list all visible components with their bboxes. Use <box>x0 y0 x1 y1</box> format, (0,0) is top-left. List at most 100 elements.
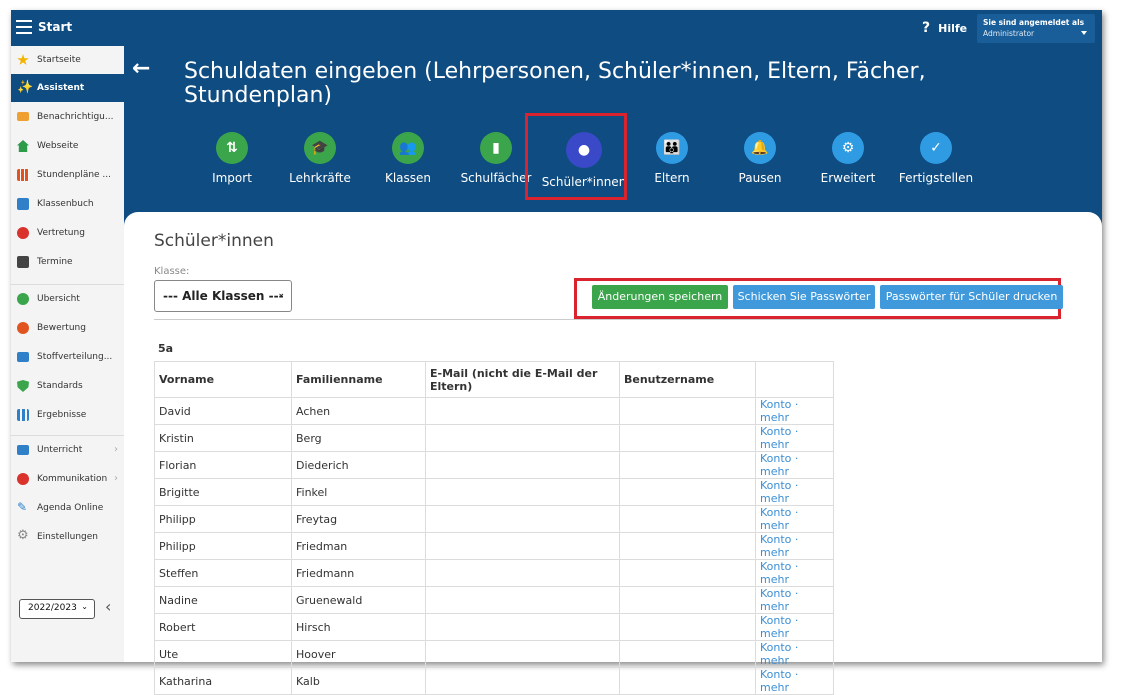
cell-actions: Konto · mehr <box>755 559 834 587</box>
mehr-link[interactable]: mehr <box>760 654 789 667</box>
cell-username[interactable] <box>619 397 756 425</box>
link-separator: · <box>794 479 799 492</box>
cell-email[interactable] <box>425 424 620 452</box>
cell-username[interactable] <box>619 478 756 506</box>
cell-first-name: Florian <box>154 451 292 479</box>
sidebar-item-bewertung[interactable]: Bewertung <box>11 314 124 342</box>
print-passwords-button[interactable]: Passwörter für Schüler drucken <box>880 285 1063 309</box>
sidebar-item-uebersicht[interactable]: Übersicht <box>11 285 124 313</box>
hamburger-menu-icon[interactable] <box>16 20 32 34</box>
konto-link[interactable]: Konto <box>760 452 791 465</box>
konto-link[interactable]: Konto <box>760 533 791 546</box>
chevron-down-icon: ⌄ <box>81 602 88 611</box>
cell-email[interactable] <box>425 505 620 533</box>
step-eltern[interactable]: 👪 Eltern <box>627 132 717 185</box>
mehr-link[interactable]: mehr <box>760 519 789 532</box>
link-separator: · <box>794 398 799 411</box>
mehr-link[interactable]: mehr <box>760 600 789 613</box>
send-passwords-button[interactable]: Schicken Sie Passwörter <box>733 285 875 309</box>
konto-link[interactable]: Konto <box>760 641 791 654</box>
user-menu[interactable]: Sie sind angemeldet als Administrator <box>977 14 1095 43</box>
table-row: Brigitte Finkel Konto · mehr <box>154 478 834 506</box>
sidebar-item-klassenbuch[interactable]: Klassenbuch <box>11 190 124 218</box>
cell-first-name: Katharina <box>154 667 292 695</box>
step-import[interactable]: ⇅ Import <box>187 132 277 185</box>
mehr-link[interactable]: mehr <box>760 573 789 586</box>
gear-icon: ⚙ <box>17 528 29 543</box>
step-erweitert[interactable]: ⚙ Erweitert <box>803 132 893 185</box>
sidebar-item-termine[interactable]: Termine <box>11 248 124 276</box>
sidebar-item-vertretung[interactable]: Vertretung <box>11 219 124 247</box>
cell-email[interactable] <box>425 397 620 425</box>
mehr-link[interactable]: mehr <box>760 438 789 451</box>
step-fertigstellen[interactable]: ✓ Fertigstellen <box>891 132 981 185</box>
sidebar-item-ergebnisse[interactable]: Ergebnisse <box>11 401 124 429</box>
konto-link[interactable]: Konto <box>760 560 791 573</box>
school-year-select[interactable]: 2022/2023 ⌄ <box>19 599 95 619</box>
sidebar-item-kommunikation[interactable]: Kommunikation › <box>11 465 124 493</box>
klasse-label: Klasse: <box>154 266 190 277</box>
sidebar-item-startseite[interactable]: Startseite <box>11 46 124 74</box>
cell-email[interactable] <box>425 532 620 560</box>
cell-last-name: Gruenewald <box>291 586 426 614</box>
cell-email[interactable] <box>425 451 620 479</box>
chevron-down-icon: ⌄ <box>277 289 285 299</box>
app-title[interactable]: Start <box>38 20 72 34</box>
konto-link[interactable]: Konto <box>760 398 791 411</box>
step-lehrkraefte[interactable]: 🎓 Lehrkräfte <box>275 132 365 185</box>
table-row: Ute Hoover Konto · mehr <box>154 640 834 668</box>
cell-email[interactable] <box>425 586 620 614</box>
mehr-link[interactable]: mehr <box>760 627 789 640</box>
mehr-link[interactable]: mehr <box>760 492 789 505</box>
cell-username[interactable] <box>619 667 756 695</box>
sidebar-item-agenda-online[interactable]: ✎ Agenda Online <box>11 494 124 522</box>
konto-link[interactable]: Konto <box>760 587 791 600</box>
step-klassen[interactable]: 👥 Klassen <box>363 132 453 185</box>
save-changes-button[interactable]: Änderungen speichern <box>592 285 728 309</box>
link-separator: · <box>794 614 799 627</box>
sidebar-item-unterricht[interactable]: Unterricht › <box>11 436 124 464</box>
chevron-right-icon: › <box>114 473 118 484</box>
mehr-link[interactable]: mehr <box>760 411 789 424</box>
cell-username[interactable] <box>619 613 756 641</box>
konto-link[interactable]: Konto <box>760 506 791 519</box>
cell-username[interactable] <box>619 532 756 560</box>
sidebar-item-benachrichtigungen[interactable]: Benachrichtigu... <box>11 103 124 131</box>
cell-username[interactable] <box>619 505 756 533</box>
konto-link[interactable]: Konto <box>760 425 791 438</box>
sidebar-item-assistent[interactable]: ✨ Assistent <box>11 74 124 102</box>
help-link[interactable]: ? Hilfe <box>922 20 967 36</box>
sidebar-item-stoffverteilung[interactable]: Stoffverteilung... <box>11 343 124 371</box>
konto-link[interactable]: Konto <box>760 614 791 627</box>
cell-last-name: Berg <box>291 424 426 452</box>
bar-chart-icon <box>17 409 29 421</box>
back-arrow-icon[interactable]: ← <box>132 56 150 81</box>
mehr-link[interactable]: mehr <box>760 465 789 478</box>
cell-email[interactable] <box>425 613 620 641</box>
cell-username[interactable] <box>619 451 756 479</box>
cell-email[interactable] <box>425 478 620 506</box>
cell-email[interactable] <box>425 640 620 668</box>
book-icon: ▮ <box>480 132 512 164</box>
sidebar: Startseite ✨ Assistent Benachrichtigu...… <box>11 46 125 662</box>
step-pausen[interactable]: 🔔 Pausen <box>715 132 805 185</box>
sidebar-collapse-icon[interactable]: ‹ <box>105 597 111 616</box>
mehr-link[interactable]: mehr <box>760 681 789 694</box>
cell-actions: Konto · mehr <box>755 397 834 425</box>
konto-link[interactable]: Konto <box>760 668 791 681</box>
briefcase-icon <box>17 352 29 362</box>
sidebar-item-standards[interactable]: Standards <box>11 372 124 400</box>
sidebar-item-einstellungen[interactable]: ⚙ Einstellungen <box>11 523 124 551</box>
cell-username[interactable] <box>619 586 756 614</box>
cell-last-name: Finkel <box>291 478 426 506</box>
sidebar-item-stundenplaene[interactable]: Stundenpläne ... <box>11 161 124 189</box>
cell-email[interactable] <box>425 667 620 695</box>
cell-username[interactable] <box>619 640 756 668</box>
cell-email[interactable] <box>425 559 620 587</box>
konto-link[interactable]: Konto <box>760 479 791 492</box>
cell-username[interactable] <box>619 559 756 587</box>
cell-username[interactable] <box>619 424 756 452</box>
sidebar-item-webseite[interactable]: Webseite <box>11 132 124 160</box>
mehr-link[interactable]: mehr <box>760 546 789 559</box>
klasse-select[interactable]: --- Alle Klassen --- ⌄ <box>154 280 292 312</box>
